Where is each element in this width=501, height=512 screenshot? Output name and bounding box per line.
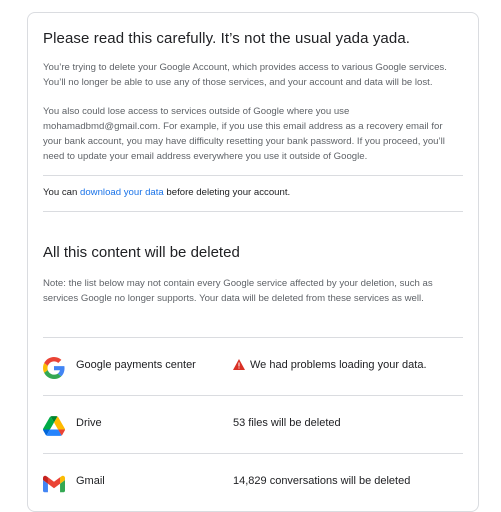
service-status: 14,829 conversations will be deleted bbox=[233, 475, 411, 487]
google-g-icon bbox=[43, 357, 65, 379]
service-name: Gmail bbox=[76, 475, 105, 487]
service-status: 53 files will be deleted bbox=[233, 417, 341, 429]
download-your-data-link[interactable]: download your data bbox=[80, 187, 164, 198]
service-status: We had problems loading your data. bbox=[233, 359, 427, 371]
warning-title: Please read this carefully. It’s not the… bbox=[43, 30, 411, 47]
delete-account-card: Please read this carefully. It’s not the… bbox=[27, 12, 479, 512]
intro-paragraph-1: You’re trying to delete your Google Acco… bbox=[43, 62, 447, 88]
gmail-icon bbox=[43, 473, 65, 495]
download-suffix: before deleting your account. bbox=[163, 187, 291, 198]
google-drive-icon bbox=[43, 415, 65, 437]
content-note: Note: the list below may not contain eve… bbox=[43, 278, 433, 304]
download-data-line: You can download your data before deleti… bbox=[43, 187, 290, 198]
service-name: Drive bbox=[76, 417, 102, 429]
service-row-gmail: Gmail 14,829 conversations will be delet… bbox=[43, 454, 463, 512]
warning-icon bbox=[233, 359, 245, 370]
service-name: Google payments center bbox=[76, 359, 196, 371]
divider bbox=[43, 211, 463, 212]
service-status-text: We had problems loading your data. bbox=[250, 359, 427, 371]
content-deleted-title: All this content will be deleted bbox=[43, 244, 240, 261]
download-prefix: You can bbox=[43, 187, 80, 198]
divider bbox=[43, 175, 463, 176]
intro-paragraph-2: You also could lose access to services o… bbox=[43, 106, 445, 162]
service-row-drive: Drive 53 files will be deleted bbox=[43, 396, 463, 454]
service-row-google-payments: Google payments center We had problems l… bbox=[43, 338, 463, 396]
